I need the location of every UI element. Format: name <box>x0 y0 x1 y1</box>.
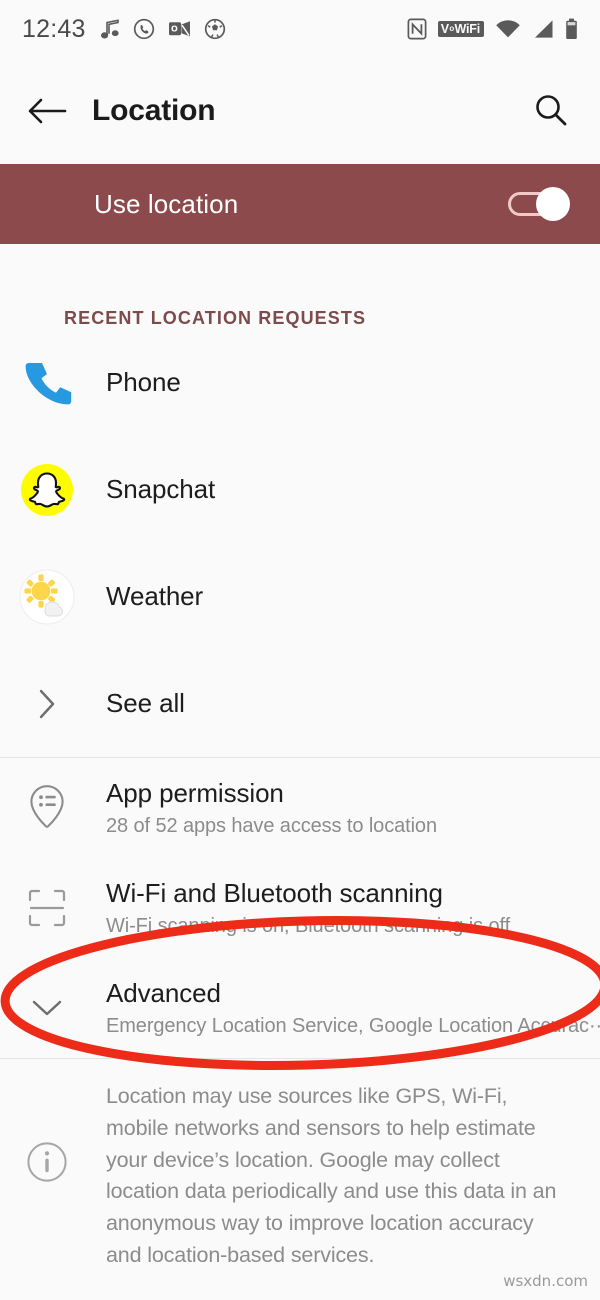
scan-frame-icon <box>14 886 80 930</box>
battery-icon <box>565 18 578 40</box>
search-button[interactable] <box>528 88 574 134</box>
advanced-subtitle: Emergency Location Service, Google Locat… <box>106 1015 600 1037</box>
vowifi-prefix: V <box>440 21 449 36</box>
use-location-label: Use location <box>94 188 239 219</box>
settings-content: RECENT LOCATION REQUESTS Phone Snapchat <box>0 244 600 1272</box>
advanced-text: Advanced Emergency Location Service, Goo… <box>106 978 600 1038</box>
watermark: wsxdn.com <box>503 1272 588 1290</box>
app-permission-subtitle: 28 of 52 apps have access to location <box>106 815 437 837</box>
location-pin-list-icon <box>14 783 80 833</box>
status-clock: 12:43 <box>22 14 86 43</box>
location-settings-screen: 12:43 O V o WiFi Location Use location R… <box>0 0 600 1300</box>
see-all-label: See all <box>106 688 185 718</box>
wifi-bluetooth-scanning-text: Wi-Fi and Bluetooth scanning Wi-Fi scann… <box>106 878 510 938</box>
wifi-bluetooth-scanning-subtitle: Wi-Fi scanning is on, Bluetooth scanning… <box>106 915 511 937</box>
list-item[interactable]: Snapchat <box>0 436 600 543</box>
app-permission-text: App permission 28 of 52 apps have access… <box>106 778 437 838</box>
status-bar: 12:43 O V o WiFi <box>0 0 600 58</box>
toggle-knob <box>536 187 570 221</box>
vowifi-sup: o <box>449 24 455 33</box>
back-button[interactable] <box>24 88 70 134</box>
wifi-bluetooth-scanning-row[interactable]: Wi-Fi and Bluetooth scanning Wi-Fi scann… <box>0 858 600 958</box>
chevron-right-icon <box>14 671 80 737</box>
vowifi-icon: Vo WiFi <box>437 20 484 38</box>
weather-icon <box>14 564 80 630</box>
svg-text:O: O <box>171 25 178 34</box>
status-system-icons: Vo WiFi <box>407 18 578 40</box>
list-item-label: Weather <box>106 581 204 611</box>
use-location-row[interactable]: Use location <box>0 164 600 244</box>
app-bar: Location <box>0 58 600 164</box>
app-permission-row[interactable]: App permission 28 of 52 apps have access… <box>0 758 600 858</box>
list-item-label: Phone <box>106 367 181 397</box>
info-icon <box>14 1081 80 1183</box>
list-item[interactable]: Phone <box>0 329 600 436</box>
arrow-left-icon <box>28 98 67 124</box>
search-icon <box>536 95 567 126</box>
phone-icon <box>14 350 80 416</box>
snapchat-icon <box>14 457 80 523</box>
cellular-signal-icon <box>532 19 554 39</box>
whatsapp-icon <box>133 18 155 40</box>
nfc-icon <box>407 18 427 40</box>
recent-requests-header: RECENT LOCATION REQUESTS <box>64 308 367 328</box>
advanced-row[interactable]: Advanced Emergency Location Service, Goo… <box>0 958 600 1058</box>
soccer-ball-icon <box>204 18 226 40</box>
see-all-row[interactable]: See all <box>0 650 600 757</box>
location-info-text: Location may use sources like GPS, Wi-Fi… <box>106 1084 557 1268</box>
use-location-toggle[interactable] <box>508 187 570 221</box>
wifi-bluetooth-scanning-title: Wi-Fi and Bluetooth scanning <box>106 878 443 908</box>
list-item[interactable]: Weather <box>0 543 600 650</box>
outlook-icon: O <box>168 19 191 39</box>
wifi-icon <box>495 19 521 39</box>
list-item-label: Snapchat <box>106 474 216 504</box>
chevron-down-icon <box>14 995 80 1021</box>
vowifi-label: WiFi <box>454 21 481 36</box>
page-title: Location <box>92 94 216 127</box>
advanced-title: Advanced <box>106 978 221 1008</box>
status-notification-icons: O <box>100 18 226 40</box>
location-info-note: Location may use sources like GPS, Wi-Fi… <box>0 1059 600 1272</box>
app-permission-title: App permission <box>106 778 284 808</box>
music-note-icon <box>100 18 120 40</box>
